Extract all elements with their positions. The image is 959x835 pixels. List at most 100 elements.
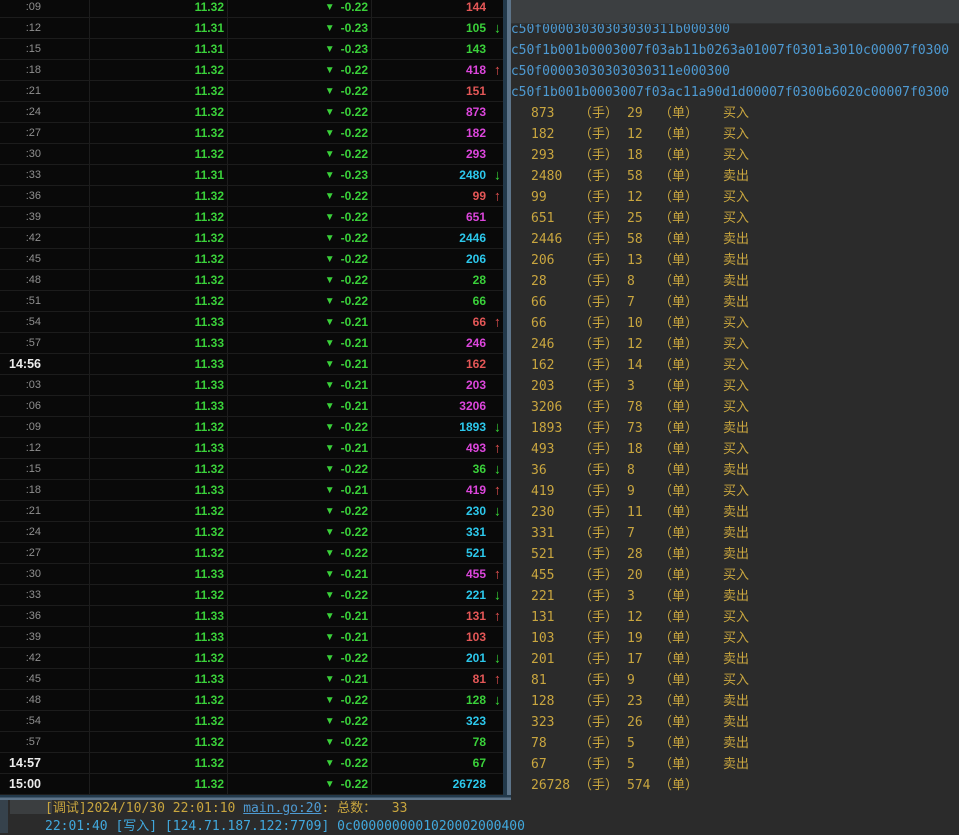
lots-label: （手） [579, 376, 627, 397]
down-triangle-icon: ▼ [325, 779, 335, 790]
trade-orders: 10 [627, 313, 659, 334]
tape-row: :33 11.32 ▼-0.22 221↓ [0, 585, 503, 606]
price-cell: 11.33 [90, 312, 228, 332]
volume-cell: 246 [372, 333, 503, 353]
volume-cell: 323 [372, 711, 503, 731]
change-value: -0.22 [341, 189, 368, 203]
console-trade-row: 99（手）12（单）买入 [531, 187, 959, 208]
volume-cell: 28 [372, 270, 503, 290]
down-triangle-icon: ▼ [325, 653, 335, 664]
tape-row: :06 11.33 ▼-0.21 3206 [0, 396, 503, 417]
price-cell: 11.32 [90, 81, 228, 101]
source-location-link[interactable]: main.go:20 [243, 801, 321, 816]
trade-side: 卖出 [723, 544, 749, 565]
down-triangle-icon: ▼ [325, 23, 335, 34]
orders-label: （单） [659, 187, 723, 208]
trade-side: 买入 [723, 355, 749, 376]
lots-label: （手） [579, 397, 627, 418]
console-toolbar [505, 0, 959, 24]
volume-value: 206 [466, 252, 486, 266]
change-value: -0.22 [341, 294, 368, 308]
change-cell: ▼-0.22 [228, 60, 372, 80]
console-trade-row: 873（手）29（单）买入 [531, 103, 959, 124]
up-arrow-icon: ↑ [494, 566, 501, 580]
change-cell: ▼-0.22 [228, 585, 372, 605]
change-value: -0.22 [341, 273, 368, 287]
console-hex-line: 0c50f1b001b0003007f03ab11b0263a01007f030… [503, 40, 959, 61]
tape-row: 14:57 11.32 ▼-0.22 67 [0, 753, 503, 774]
trade-volume: 28 [531, 271, 579, 292]
price-cell: 11.32 [90, 459, 228, 479]
down-arrow-icon: ↓ [494, 20, 501, 34]
trade-volume: 246 [531, 334, 579, 355]
trade-volume: 103 [531, 628, 579, 649]
trade-side: 卖出 [723, 523, 749, 544]
trade-volume: 206 [531, 250, 579, 271]
trade-volume: 2480 [531, 166, 579, 187]
volume-value: 455 [466, 567, 486, 581]
volume-cell: 66↑ [372, 312, 503, 332]
time-cell: :36 [0, 606, 90, 626]
change-value: -0.22 [341, 0, 368, 14]
orders-label: （单） [659, 103, 723, 124]
lots-label: （手） [579, 250, 627, 271]
volume-cell: 1893↓ [372, 417, 503, 437]
up-arrow-icon: ↑ [494, 482, 501, 496]
trade-volume: 293 [531, 145, 579, 166]
down-arrow-icon: ↓ [494, 461, 501, 475]
volume-cell: 206 [372, 249, 503, 269]
trade-volume: 182 [531, 124, 579, 145]
lots-label: （手） [579, 670, 627, 691]
tape-row: :15 11.32 ▼-0.22 36↓ [0, 459, 503, 480]
orders-label: （单） [659, 775, 723, 796]
time-cell: :57 [0, 333, 90, 353]
tick-table[interactable]: :09 11.32 ▼-0.22 144 :12 11.31 ▼-0.23 10… [0, 0, 503, 795]
console-trade-row: 331（手）7（单）卖出 [531, 523, 959, 544]
time-cell: :39 [0, 207, 90, 227]
down-arrow-icon: ↓ [494, 587, 501, 601]
change-cell: ▼-0.23 [228, 18, 372, 38]
change-value: -0.22 [341, 651, 368, 665]
orders-label: （单） [659, 754, 723, 775]
volume-cell: 221↓ [372, 585, 503, 605]
lots-label: （手） [579, 481, 627, 502]
trade-orders: 12 [627, 607, 659, 628]
volume-value: 521 [466, 546, 486, 560]
volume-cell: 455 ↑ [372, 564, 503, 584]
volume-cell: 103 [372, 627, 503, 647]
change-cell: ▼-0.22 [228, 774, 372, 794]
trade-orders: 13 [627, 250, 659, 271]
price-cell: 11.32 [90, 543, 228, 563]
tape-row: :51 11.32 ▼-0.22 66 [0, 291, 503, 312]
price-cell: 11.32 [90, 774, 228, 794]
tape-row: :09 11.32 ▼-0.22 1893↓ [0, 417, 503, 438]
change-value: -0.22 [341, 462, 368, 476]
trade-orders: 5 [627, 754, 659, 775]
console-trade-output: 873（手）29（单）买入 182（手）12（单）买入 293（手）18（单）买… [531, 103, 959, 796]
console-trade-row: 131（手）12（单）买入 [531, 607, 959, 628]
trade-volume: 78 [531, 733, 579, 754]
tape-row: :39 11.32 ▼-0.22 651 [0, 207, 503, 228]
trade-orders: 12 [627, 187, 659, 208]
orders-label: （单） [659, 334, 723, 355]
down-arrow-icon: ↓ [494, 419, 501, 433]
volume-cell: 203 [372, 375, 503, 395]
tape-row: :54 11.32 ▼-0.22 323 [0, 711, 503, 732]
down-triangle-icon: ▼ [325, 2, 335, 13]
console-trade-row: 323（手）26（单）卖出 [531, 712, 959, 733]
down-triangle-icon: ▼ [325, 422, 335, 433]
time-cell: :45 [0, 249, 90, 269]
trade-volume: 3206 [531, 397, 579, 418]
volume-cell: 230↓ [372, 501, 503, 521]
volume-value: 419 [466, 483, 486, 497]
volume-value: 418 [466, 63, 486, 77]
volume-cell: 81↑ [372, 669, 503, 689]
tape-row: :18 11.33 ▼-0.21 419↑ [0, 480, 503, 501]
price-cell: 11.32 [90, 690, 228, 710]
price-cell: 11.32 [90, 585, 228, 605]
price-cell: 11.33 [90, 606, 228, 626]
price-cell: 11.32 [90, 228, 228, 248]
time-cell: :54 [0, 711, 90, 731]
price-cell: 11.33 [90, 354, 228, 374]
price-cell: 11.32 [90, 207, 228, 227]
